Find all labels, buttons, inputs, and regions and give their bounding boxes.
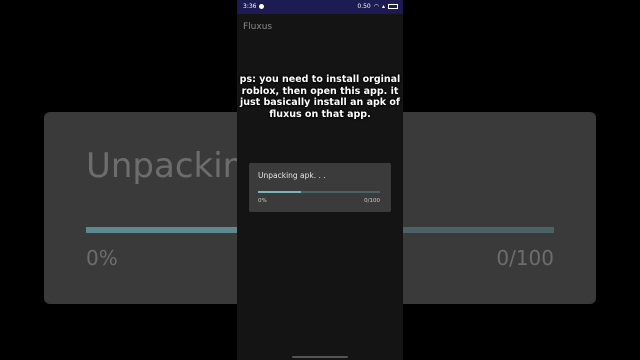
status-time: 3:36 <box>243 3 257 10</box>
wifi-icon: ◠ <box>373 3 379 10</box>
unpacking-dialog: Unpacking apk. . . 0% 0/100 <box>249 163 391 212</box>
status-bar: 3:36 0.50 ◠ ▴ <box>237 0 403 14</box>
battery-icon <box>388 4 398 9</box>
progress-fill <box>258 191 301 193</box>
background-progress-fill <box>86 227 250 233</box>
background-count-label: 0/100 <box>496 246 554 270</box>
gesture-nav-bar[interactable] <box>292 356 348 358</box>
overlay-caption: ps: you need to install orginal roblox, … <box>239 74 401 120</box>
notification-icon <box>259 4 264 9</box>
progress-count-label: 0/100 <box>364 198 380 204</box>
phone-screen: 3:36 0.50 ◠ ▴ Fluxus ps: you need to ins… <box>237 0 403 360</box>
app-title: Fluxus <box>243 22 273 32</box>
signal-icon: ▴ <box>381 3 385 10</box>
progress-percent-label: 0% <box>258 198 267 204</box>
speed-readout: 0.50 <box>357 3 371 10</box>
dialog-title: Unpacking apk. . . <box>258 171 326 180</box>
progress-track <box>258 191 380 193</box>
background-percent-label: 0% <box>86 246 118 270</box>
